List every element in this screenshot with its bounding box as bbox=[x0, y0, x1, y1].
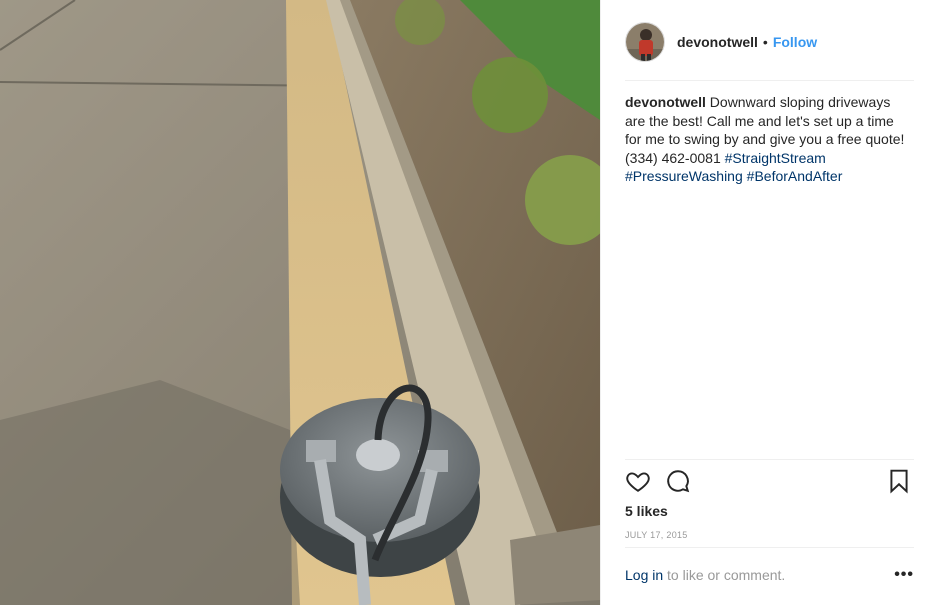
more-options-icon[interactable]: ••• bbox=[894, 566, 914, 584]
bookmark-icon[interactable] bbox=[886, 468, 914, 496]
header-username[interactable]: devonotwell bbox=[677, 34, 758, 50]
caption-username[interactable]: devonotwell bbox=[625, 94, 706, 110]
post-side-panel: devonotwell • Follow devonotwell Downwar… bbox=[600, 0, 938, 605]
hashtag-pressurewashing[interactable]: #PressureWashing bbox=[625, 168, 743, 184]
header-separator: • bbox=[762, 34, 768, 50]
avatar-image bbox=[626, 23, 664, 61]
driveway-photo bbox=[0, 0, 600, 605]
footer-divider bbox=[625, 547, 914, 548]
hashtag-straightstream[interactable]: #StraightStream bbox=[725, 150, 826, 166]
hashtag-beforandafter[interactable]: #BeforAndAfter bbox=[747, 168, 843, 184]
avatar[interactable] bbox=[625, 22, 665, 62]
actions-divider bbox=[625, 459, 914, 460]
heart-icon[interactable] bbox=[625, 468, 653, 496]
comment-icon[interactable] bbox=[665, 468, 693, 496]
likes-count[interactable]: 5 likes bbox=[625, 503, 668, 519]
instagram-post: devonotwell • Follow devonotwell Downwar… bbox=[0, 0, 938, 605]
header-divider bbox=[625, 80, 914, 81]
post-header: devonotwell • Follow bbox=[625, 22, 914, 62]
caption: devonotwell Downward sloping driveways a… bbox=[625, 93, 914, 186]
login-suffix: to like or comment. bbox=[663, 567, 786, 583]
comment-footer: Log in to like or comment. ••• bbox=[625, 566, 914, 587]
login-link[interactable]: Log in bbox=[625, 567, 663, 583]
follow-button[interactable]: Follow bbox=[773, 34, 817, 50]
post-date: JULY 17, 2015 bbox=[625, 530, 688, 540]
post-actions bbox=[625, 468, 914, 498]
post-photo[interactable] bbox=[0, 0, 600, 605]
